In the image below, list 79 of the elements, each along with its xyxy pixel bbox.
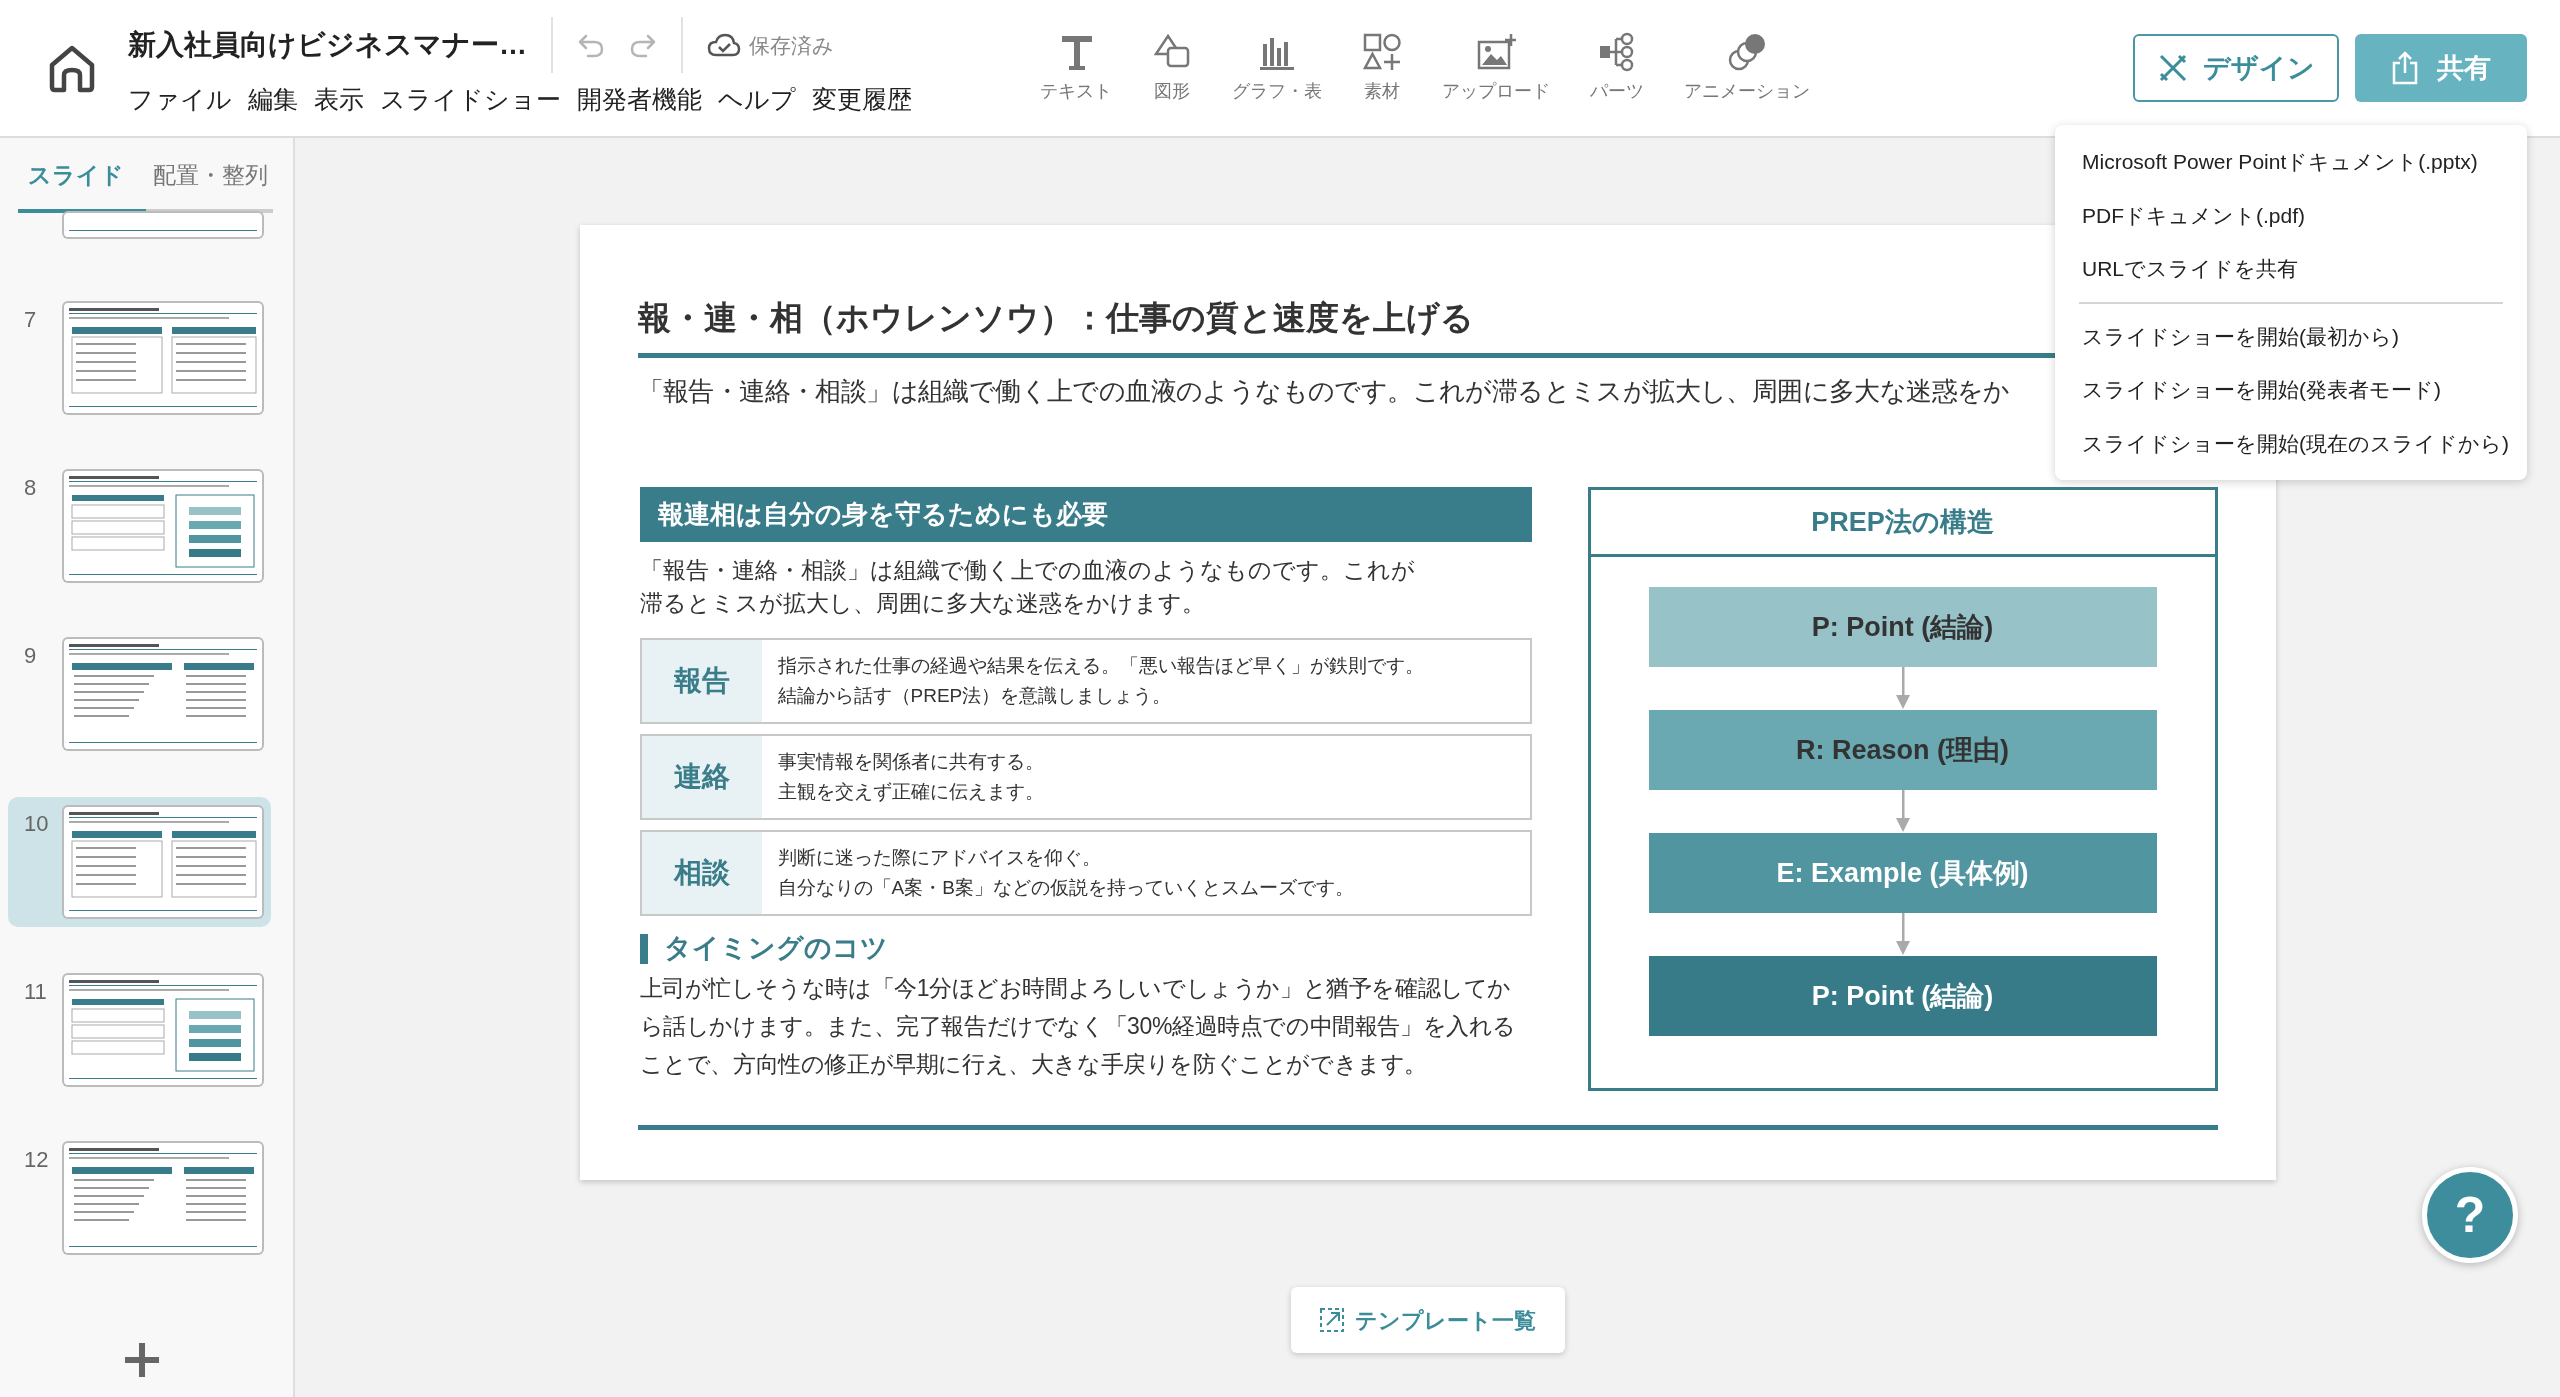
row-label: 相談	[641, 832, 762, 915]
crossed-tools-icon	[2157, 52, 2189, 84]
row-description: 指示された仕事の経過や結果を伝える。「悪い報告ほど早く」が鉄則です。	[777, 653, 1424, 678]
menu-item[interactable]: 編集	[248, 81, 298, 119]
shapes-plus-icon	[1362, 31, 1402, 72]
share-icon	[2391, 51, 2419, 85]
slide-thumbnail[interactable]	[64, 974, 262, 1085]
prep-step: R: Reason (理由)	[1648, 710, 2157, 790]
slide-list-item[interactable]: 9	[8, 628, 271, 759]
slide-thumbnail[interactable]	[64, 470, 262, 581]
slide-title: 報・連・相（ホウレンソウ）：仕事の質と速度を上げる	[637, 298, 1474, 338]
slide-thumbnail[interactable]	[64, 212, 262, 237]
menu-item[interactable]: スライドショーを開始(最初から)	[2055, 309, 2527, 363]
toolbar-button[interactable]: テキスト	[1032, 31, 1120, 105]
tips-heading: タイミングのコツ	[639, 934, 1532, 964]
menu-item[interactable]: URLでスライドを共有	[2055, 242, 2527, 296]
prep-step: E: Example (具体例)	[1648, 833, 2157, 913]
slide-list-item[interactable]: 7	[8, 292, 271, 423]
slide-thumbnail[interactable]	[64, 638, 262, 749]
tips-text: 上司が忙しそうな時は「今1分ほどお時間よろしいでしょうか」と猶予を確認してから話しかけます。また、完了報告だけでなく「30%経過時点での中間報告」を入れることで、方向性の修正が早期に行え、大きな手戻りを防ぐことができます。	[639, 973, 1517, 1079]
row-description: 主観を交えず正確に伝えます。	[777, 780, 1044, 805]
toolbar-button[interactable]: パーツ	[1582, 31, 1652, 105]
row-description: 自分なりの「A案・B案」などの仮説を持っていくとスムーズです。	[777, 876, 1354, 901]
row-description: 判断に迷った際にアドバイスを仰ぐ。	[777, 845, 1102, 870]
row-label: 報告	[641, 640, 762, 723]
menu-item[interactable]: スライドショーを開始(発表者モード)	[2055, 363, 2527, 417]
template-list-button[interactable]: テンプレート一覧	[1290, 1287, 1565, 1353]
add-slide-button[interactable]	[124, 1343, 159, 1377]
home-icon[interactable]	[47, 43, 97, 93]
section-heading: 報連相は自分の身を守るためにも必要	[639, 486, 1532, 542]
toolbar-button[interactable]: グラフ・表	[1224, 31, 1330, 105]
toolbar-button[interactable]: アップロード	[1434, 31, 1558, 105]
slide-list-item[interactable]: 8	[8, 460, 271, 591]
row-label: 連絡	[641, 736, 762, 819]
down-arrow-icon	[1894, 790, 1911, 833]
down-arrow-icon	[1894, 913, 1911, 956]
slide-list-item[interactable]: 11	[8, 964, 271, 1095]
slide-subtitle: 「報告・連絡・相談」は組織で働く上での血液のようなものです。これが滞るとミスが拡大し、周囲に多大な迷惑をか	[637, 374, 2010, 408]
plus-icon	[124, 1343, 159, 1377]
menu-item[interactable]: 開発者機能	[577, 81, 702, 119]
slide-thumbnail[interactable]	[64, 1142, 262, 1253]
image-plus-icon	[1476, 31, 1516, 72]
cloud-check-icon	[707, 32, 741, 59]
down-arrow-icon	[1894, 667, 1911, 710]
prep-step: P: Point (結論)	[1648, 587, 2157, 667]
design-button[interactable]: デザイン	[2133, 34, 2339, 102]
slide-number: 10	[24, 809, 46, 838]
help-button[interactable]: ?	[2422, 1167, 2518, 1263]
template-icon	[1319, 1307, 1345, 1333]
menu-item[interactable]: スライドショーを開始(現在のスライドから)	[2055, 416, 2527, 470]
slide-list-item[interactable]: 12	[8, 1132, 271, 1263]
slide-number: 8	[24, 473, 38, 502]
section-text: 「報告・連絡・相談」は組織で働く上での血液のようなものです。これが滞るとミスが拡大し、周囲に多大な迷惑をかけます。	[639, 555, 1416, 618]
slide-thumbnail[interactable]	[64, 302, 262, 413]
menu-item[interactable]: 表示	[314, 81, 364, 119]
circles-icon	[1727, 31, 1767, 72]
slide-number: 11	[24, 977, 46, 1006]
menu-item[interactable]: ファイル	[128, 81, 232, 119]
slide-list-item[interactable]: 10	[8, 796, 271, 927]
menu-item[interactable]: PDFドキュメント(.pdf)	[2055, 188, 2527, 242]
prep-title: PREP法の構造	[1590, 489, 2215, 557]
prep-step: P: Point (結論)	[1648, 956, 2157, 1036]
save-status: 保存済み	[749, 32, 834, 59]
sidebar-tab[interactable]: 配置・整列	[143, 138, 278, 209]
row-description: 結論から話す（PREP法）を意識しましょう。	[777, 684, 1173, 709]
menu-item[interactable]: スライドショー	[380, 81, 561, 119]
row-description: 事実情報を関係者に共有する。	[777, 749, 1044, 774]
menu-item[interactable]: ヘルプ	[718, 81, 796, 119]
slide-number: 9	[24, 641, 38, 670]
slide-thumbnail[interactable]	[64, 806, 262, 917]
toolbar-button[interactable]: 図形	[1144, 31, 1200, 105]
menu-item[interactable]: Microsoft Power Pointドキュメント(.pptx)	[2055, 135, 2527, 189]
slide-number: 12	[24, 1145, 46, 1174]
toolbar-button[interactable]: アニメーション	[1676, 31, 1818, 105]
toolbar-button[interactable]: 素材	[1354, 31, 1410, 105]
slide-number: 7	[24, 305, 38, 334]
document-title[interactable]: 新入社員向けビジネスマナー…	[128, 24, 527, 67]
menu-item[interactable]: 変更履歴	[812, 81, 912, 119]
sidebar-tab[interactable]: スライド	[8, 138, 143, 209]
